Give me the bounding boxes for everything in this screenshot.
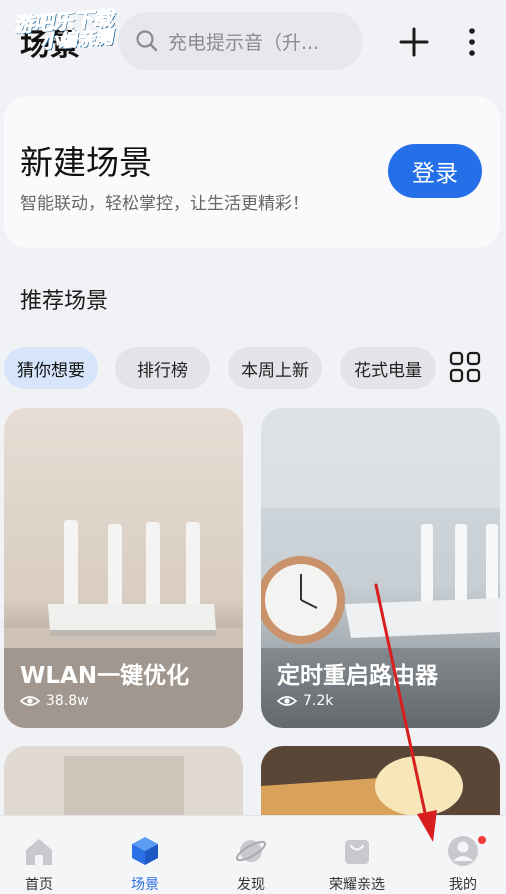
scene-card-image [4, 746, 243, 816]
login-button[interactable]: 登录 [388, 144, 482, 198]
eye-icon [277, 696, 297, 706]
new-scene-card: 新建场景 智能联动，轻松掌控，让生活更精彩！ 登录 [4, 96, 500, 248]
nav-label: 场景 [131, 877, 159, 893]
cube-icon [132, 837, 158, 865]
nav-me[interactable]: 我的 [418, 816, 506, 894]
nav-label: 首页 [25, 877, 53, 893]
search-icon [136, 30, 158, 52]
search-placeholder: 充电提示音（升... [168, 31, 320, 54]
scene-card-views: 38.8w [20, 693, 89, 709]
nav-honor-select[interactable]: 荣耀亲选 [312, 816, 402, 894]
eye-icon [20, 696, 40, 706]
planet-icon [235, 840, 267, 862]
nav-scenes[interactable]: 场景 [100, 816, 190, 894]
view-count: 7.2k [303, 693, 334, 709]
add-icon[interactable] [396, 24, 432, 60]
view-count: 38.8w [46, 693, 89, 709]
nav-label: 发现 [237, 877, 265, 893]
shopping-bag-icon [345, 840, 369, 864]
scene-card-title: 定时重启路由器 [277, 663, 438, 689]
scene-card-partial-right[interactable] [261, 746, 500, 816]
chip-new-this-week[interactable]: 本周上新 [228, 347, 322, 389]
grid-view-icon[interactable] [448, 350, 482, 384]
user-avatar-icon [448, 836, 478, 866]
nav-discover[interactable]: 发现 [206, 816, 296, 894]
nav-label: 荣耀亲选 [329, 877, 385, 893]
home-icon [26, 839, 52, 865]
chip-guess-you-want[interactable]: 猜你想要 [4, 347, 98, 389]
nav-label: 我的 [449, 877, 477, 893]
nav-home[interactable]: 首页 [0, 816, 84, 894]
scene-card-views: 7.2k [277, 693, 333, 709]
notification-dot [478, 836, 486, 844]
new-scene-subtitle: 智能联动，轻松掌控，让生活更精彩！ [20, 194, 309, 214]
scene-card-partial-left[interactable] [4, 746, 243, 816]
scene-card-title: WLAN一键优化 [20, 663, 190, 689]
chip-fancy-battery[interactable]: 花式电量 [340, 347, 436, 389]
search-bar[interactable]: 充电提示音（升... [118, 12, 363, 70]
bottom-navigation: 首页 场景 发现 荣耀亲选 我的 [0, 815, 506, 894]
recommended-scenes-title: 推荐场景 [20, 289, 109, 314]
more-options-icon[interactable] [460, 24, 484, 60]
scene-card-wlan-optimize[interactable]: WLAN一键优化 38.8w [4, 408, 243, 728]
new-scene-title: 新建场景 [20, 143, 152, 182]
scene-card-router-reboot[interactable]: 定时重启路由器 7.2k [261, 408, 500, 728]
scene-card-image [261, 746, 500, 816]
header: 场景 游吧乐下载 小编亲测 充电提示音（升... [0, 0, 506, 84]
chip-ranking[interactable]: 排行榜 [115, 347, 210, 389]
